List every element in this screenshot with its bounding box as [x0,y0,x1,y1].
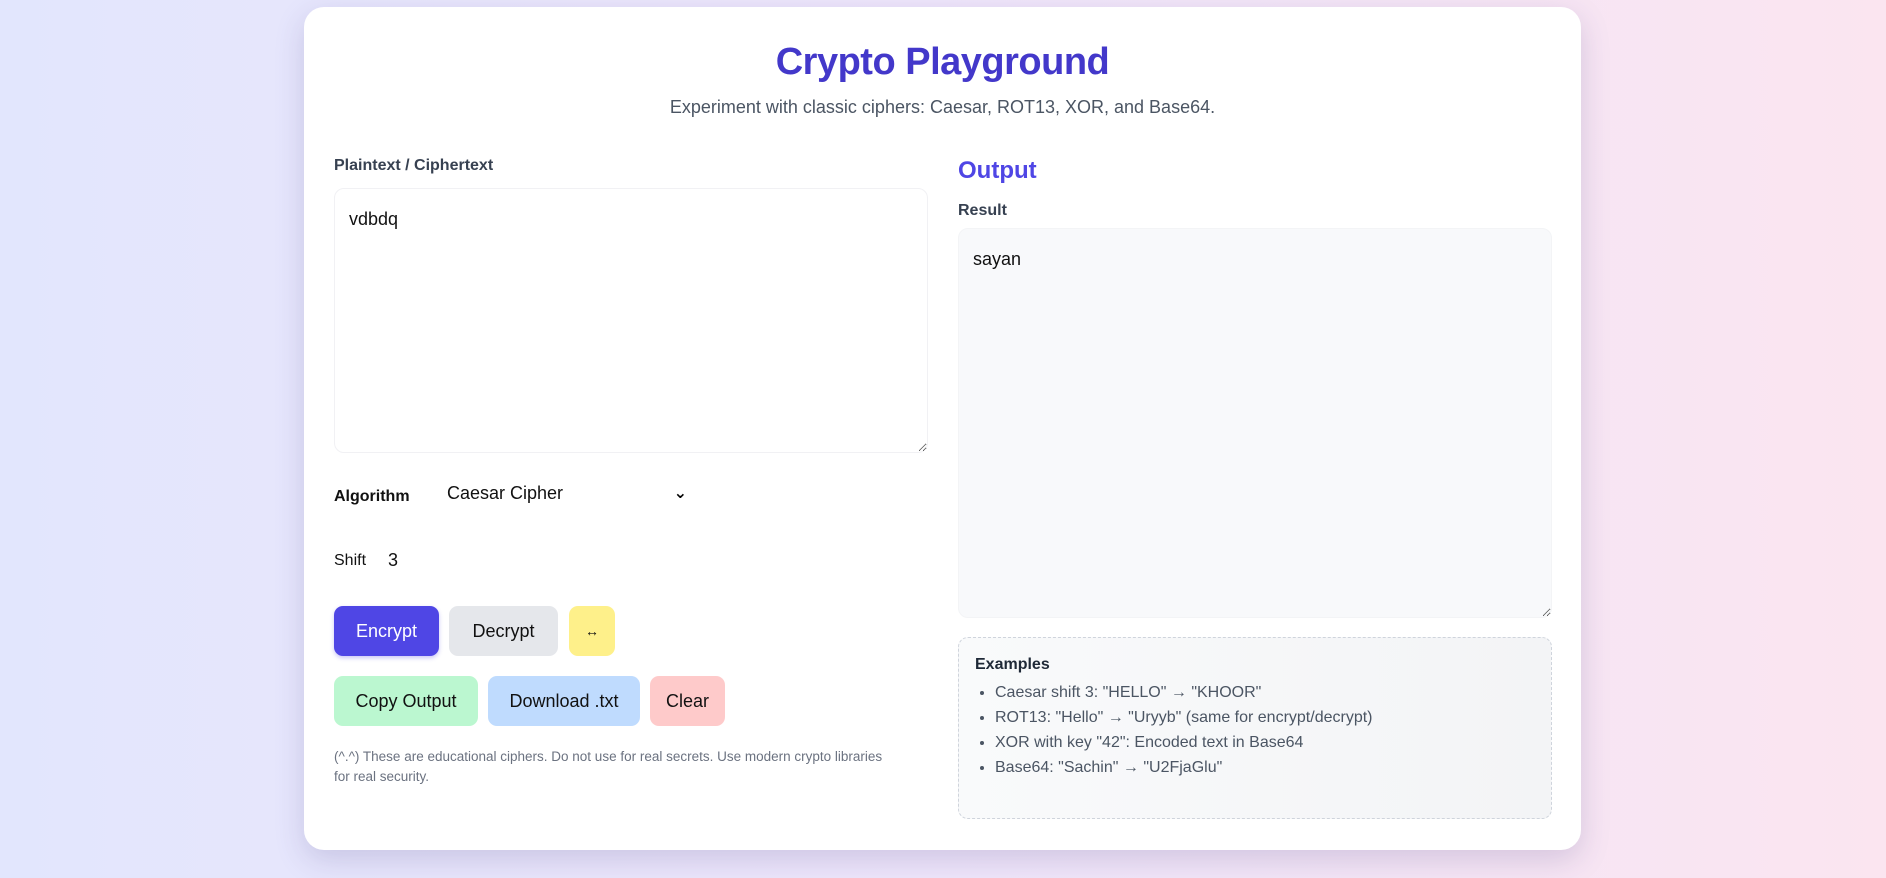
input-label: Plaintext / Ciphertext [334,157,494,174]
page-title: Crypto Playground [775,41,1110,83]
encrypt-button[interactable]: Encrypt [334,606,439,656]
main-card: Crypto Playground Experiment with classi… [304,7,1581,850]
example-item: ROT13: "Hello" → "Uryyb" (same for encry… [995,709,1535,727]
result-textarea[interactable]: sayan [958,228,1552,618]
shift-input[interactable]: 3 [388,550,448,571]
algorithm-selected: Caesar Cipher [447,483,564,503]
example-item: Base64: "Sachin" → "U2FjaGlu" [995,759,1535,777]
result-label: Result [958,202,1007,219]
decrypt-button[interactable]: Decrypt [449,606,558,656]
examples-box: Examples Caesar shift 3: "HELLO" → "KHOO… [958,637,1552,819]
output-heading: Output [958,157,1037,184]
swap-button[interactable]: ↔ [569,606,615,656]
chevron-down-icon: ⌄ [673,485,687,502]
clear-button[interactable]: Clear [650,676,725,726]
disclaimer-note: (^.^) These are educational ciphers. Do … [334,749,883,784]
download-button[interactable]: Download .txt [488,676,640,726]
example-item: Caesar shift 3: "HELLO" → "KHOOR" [995,684,1535,702]
algorithm-label: Algorithm [334,488,410,505]
examples-list: Caesar shift 3: "HELLO" → "KHOOR" ROT13:… [975,684,1535,777]
algorithm-select[interactable]: Caesar Cipher ⌄ [447,483,687,511]
copy-output-button[interactable]: Copy Output [334,676,478,726]
input-textarea[interactable]: vdbdq [334,188,928,453]
example-item: XOR with key "42": Encoded text in Base6… [995,734,1535,752]
shift-label: Shift [334,552,367,569]
page-subtitle: Experiment with classic ciphers: Caesar,… [669,97,1216,117]
examples-title: Examples [975,656,1050,673]
